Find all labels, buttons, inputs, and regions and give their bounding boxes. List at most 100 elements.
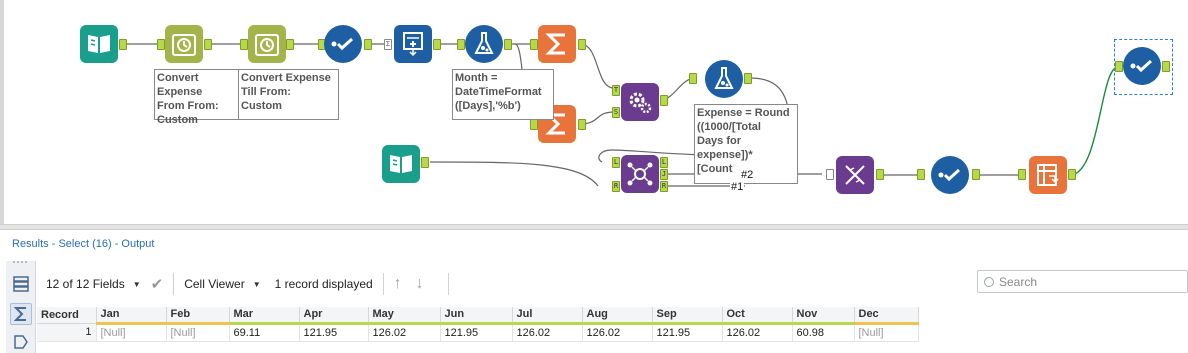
label-icon — [14, 335, 28, 349]
select-check-icon — [938, 168, 961, 182]
column-header-dec[interactable]: Dec — [854, 307, 919, 325]
select-tool-16[interactable] — [1123, 47, 1161, 85]
checkmark-icon[interactable]: ✔ — [151, 275, 164, 293]
select-2-output-anchor[interactable] — [972, 169, 980, 180]
formula-2-output-anchor[interactable] — [744, 73, 752, 84]
select-16-output-anchor[interactable] — [1162, 61, 1170, 72]
select-tool-2[interactable] — [931, 156, 969, 194]
input-data-tool-1[interactable] — [80, 25, 118, 63]
generate-rows-output-anchor[interactable] — [433, 39, 441, 50]
cell-dec[interactable]: [Null] — [854, 323, 919, 342]
transpose-input-anchor[interactable] — [826, 169, 834, 180]
dna-icon — [845, 165, 865, 185]
cell-aug[interactable]: 126.02 — [582, 323, 653, 342]
column-header-jul[interactable]: Jul — [512, 307, 583, 325]
join-right-anchor[interactable]: R — [612, 181, 620, 192]
results-panel: Results - Select (16) - Output 12 of 12 … — [0, 230, 1188, 353]
datetime-1-output-anchor[interactable] — [204, 39, 212, 50]
book-icon — [88, 35, 110, 53]
cell-jan[interactable]: [Null] — [96, 323, 167, 342]
append-target-anchor[interactable]: T — [612, 85, 620, 96]
arrow-up-icon[interactable]: ↑ — [394, 275, 402, 293]
sigma-icon — [14, 307, 26, 321]
datetime-1-input-anchor[interactable] — [157, 39, 165, 50]
join-left-output-anchor[interactable]: L — [660, 157, 668, 168]
column-header-may[interactable]: May — [368, 307, 441, 325]
cell-sep[interactable]: 121.95 — [652, 323, 723, 342]
generate-rows-tool[interactable] — [394, 25, 432, 63]
crosstab-tool[interactable] — [1029, 156, 1067, 194]
cell-mar[interactable]: 69.11 — [229, 323, 300, 342]
cell-apr[interactable]: 121.95 — [299, 323, 369, 342]
summarize-1-input-anchor[interactable] — [530, 39, 538, 50]
join-icon — [627, 162, 653, 186]
join-tool[interactable] — [621, 155, 659, 193]
column-header-aug[interactable]: Aug — [582, 307, 653, 325]
datetime-2-output-anchor[interactable] — [286, 39, 294, 50]
generate-rows-input-anchor[interactable]: Σ — [384, 39, 392, 50]
select-2-input-anchor[interactable] — [917, 169, 925, 180]
table-row[interactable]: 1 [Null] [Null] 69.11 121.95 126.02 121.95 126.… — [37, 323, 919, 342]
workflow-canvas[interactable]: Σ T S L R L J R Convert Expense From Fro… — [0, 0, 1188, 224]
join-join-output-anchor[interactable]: J — [660, 169, 668, 180]
sigma-icon — [545, 33, 565, 55]
append-output-anchor[interactable] — [660, 95, 668, 106]
column-header-jan[interactable]: Jan — [96, 307, 167, 325]
crosstab-input-anchor[interactable] — [1018, 169, 1026, 180]
join-left-anchor[interactable]: L — [612, 157, 620, 168]
column-header-jun[interactable]: Jun — [440, 307, 513, 325]
table-view-icon[interactable] — [10, 273, 32, 295]
column-header-record[interactable]: Record — [37, 307, 97, 324]
fields-dropdown[interactable]: 12 of 12 Fields ▼ ✔ — [36, 274, 173, 294]
input-data-1-output-anchor[interactable] — [119, 39, 127, 50]
input-data-tool-2[interactable] — [382, 145, 420, 183]
cell-oct[interactable]: 126.02 — [722, 323, 793, 342]
column-header-nov[interactable]: Nov — [792, 307, 855, 325]
cell-may[interactable]: 126.02 — [368, 323, 441, 342]
cell-feb[interactable]: [Null] — [166, 323, 230, 342]
formula-1-output-anchor[interactable] — [504, 39, 512, 50]
cell-jun[interactable]: 121.95 — [440, 323, 513, 342]
transpose-output-anchor[interactable] — [876, 169, 884, 180]
formula-2-input-anchor[interactable] — [689, 73, 697, 84]
summarize-1-output-anchor[interactable] — [578, 39, 586, 50]
formula-1-input-anchor[interactable] — [457, 39, 465, 50]
cell-nov[interactable]: 60.98 — [792, 323, 855, 342]
cell-viewer-dropdown[interactable]: Cell Viewer ▼ — [174, 274, 270, 294]
metadata-sigma-icon[interactable] — [10, 303, 32, 325]
column-header-feb[interactable]: Feb — [166, 307, 230, 325]
column-header-sep[interactable]: Sep — [652, 307, 723, 325]
select-16-input-anchor[interactable] — [1115, 61, 1123, 72]
summarize-2-input-anchor[interactable] — [530, 119, 538, 130]
formula-tool-1[interactable] — [465, 25, 503, 63]
formula-tool-2[interactable] — [705, 60, 743, 98]
input-data-2-output-anchor[interactable] — [421, 157, 429, 168]
column-header-apr[interactable]: Apr — [299, 307, 369, 325]
datetime-tool-1[interactable] — [165, 25, 203, 63]
chevron-down-icon: ▼ — [132, 279, 141, 289]
wire-label-count-2: #1 — [730, 181, 745, 193]
cell-jul[interactable]: 126.02 — [512, 323, 583, 342]
select-tool-1[interactable] — [324, 25, 362, 63]
crosstab-output-anchor[interactable] — [1068, 169, 1076, 180]
append-source-anchor[interactable]: S — [612, 107, 620, 118]
datetime-tool-2[interactable] — [248, 25, 286, 63]
summarize-tool-1[interactable] — [538, 25, 576, 63]
tag-icon[interactable] — [10, 331, 32, 353]
record-number-cell[interactable]: 1 — [37, 323, 97, 342]
grid-header-row: Record Jan Feb Mar Apr May Jun Jul Aug Sep Oct Nov D… — [37, 307, 919, 325]
datetime-2-input-anchor[interactable] — [240, 39, 248, 50]
select-check-icon — [1130, 59, 1153, 73]
transpose-tool[interactable] — [836, 156, 874, 194]
records-label: 1 record displayed — [274, 277, 373, 291]
summarize-2-output-anchor[interactable] — [578, 119, 586, 130]
select-1-output-anchor[interactable] — [364, 39, 372, 50]
append-fields-tool[interactable] — [621, 83, 659, 121]
join-right-output-anchor[interactable]: R — [660, 181, 668, 192]
results-grid[interactable]: Record Jan Feb Mar Apr May Jun Jul Aug Sep Oct Nov D… — [37, 307, 919, 342]
arrow-down-icon[interactable]: ↓ — [416, 275, 424, 293]
column-header-oct[interactable]: Oct — [722, 307, 793, 325]
search-input[interactable]: Search — [977, 270, 1188, 293]
column-header-mar[interactable]: Mar — [229, 307, 300, 325]
chevron-down-icon: ▼ — [252, 279, 261, 289]
